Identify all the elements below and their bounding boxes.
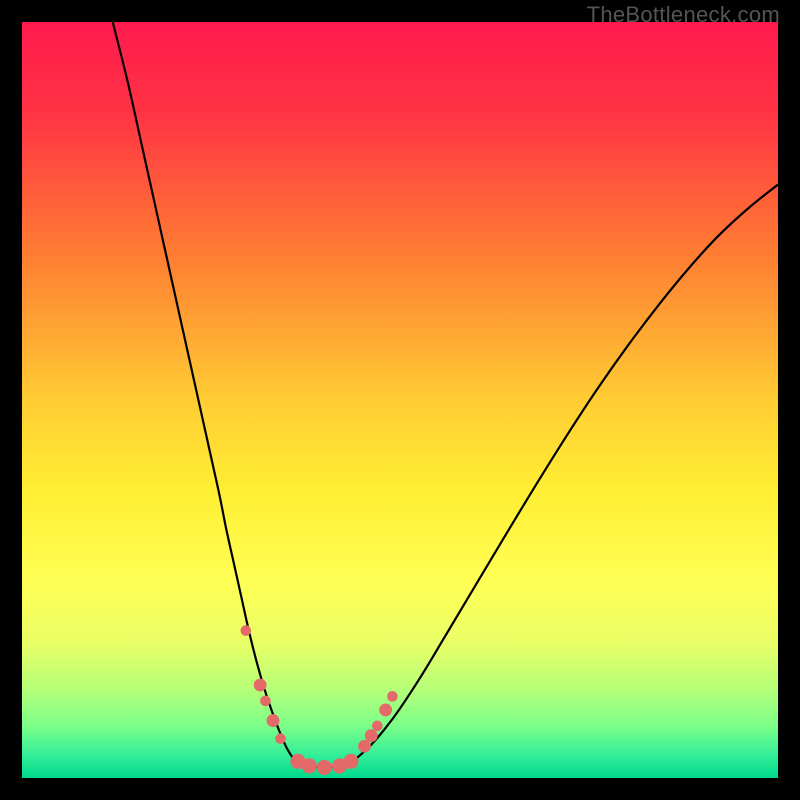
data-marker (267, 714, 280, 727)
data-marker (372, 721, 383, 732)
data-marker (317, 760, 332, 775)
data-marker (343, 754, 358, 769)
data-marker (275, 733, 286, 744)
data-marker (302, 758, 317, 773)
data-marker (387, 691, 398, 702)
data-marker (379, 704, 392, 717)
plot-area (22, 22, 778, 778)
gradient-background (22, 22, 778, 778)
data-marker (260, 696, 271, 707)
data-marker (358, 740, 371, 753)
data-marker (254, 679, 267, 692)
chart-svg (22, 22, 778, 778)
attribution-text: TheBottleneck.com (587, 2, 780, 28)
data-marker (240, 625, 251, 636)
data-marker (365, 729, 378, 742)
chart-frame: TheBottleneck.com (0, 0, 800, 800)
